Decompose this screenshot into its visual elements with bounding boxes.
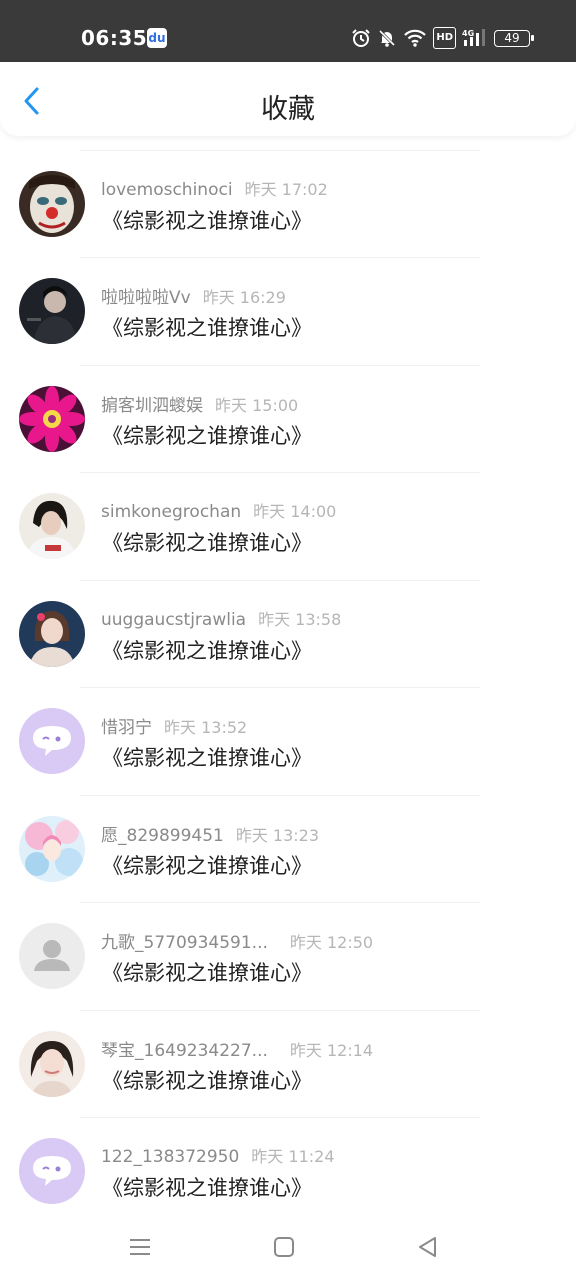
default-person-avatar[interactable] (19, 923, 85, 989)
user-name: simkonegrochan 昨天 14:00 (101, 498, 336, 522)
photo-flower-avatar[interactable] (19, 386, 85, 452)
timestamp: 昨天 13:58 (258, 610, 342, 629)
book-title: 《综影视之谁撩谁心》 (102, 424, 312, 448)
status-icons: HD 4G 49 (351, 26, 534, 50)
user-name-text: 掮客圳泗蝬娱 (101, 396, 203, 416)
book-title: 《综影视之谁撩谁心》 (102, 1069, 312, 1093)
list-item[interactable]: lovemoschinoci 昨天 17:02 《综影视之谁撩谁心》 (0, 150, 576, 250)
user-name: lovemoschinoci 昨天 17:02 (101, 176, 328, 200)
battery-level: 49 (504, 30, 520, 45)
user-name-text: 琴宝_1649234227... (101, 1041, 268, 1061)
timestamp: 昨天 14:00 (253, 502, 337, 521)
user-name: 122_138372950 昨天 11:24 (101, 1143, 335, 1167)
user-name: 九歌_5770934591... 昨天 12:50 (101, 928, 373, 953)
user-name: 掮客圳泗蝬娱 昨天 15:00 (101, 391, 298, 416)
wifi-icon (403, 27, 427, 49)
user-name-text: 啦啦啦啦Vv (101, 288, 191, 308)
list-item[interactable]: 啦啦啦啦Vv 昨天 16:29 《综影视之谁撩谁心》 (0, 257, 576, 357)
timestamp: 昨天 17:02 (244, 180, 328, 199)
book-title: 《综影视之谁撩谁心》 (102, 961, 312, 985)
app-header: 收藏 (0, 62, 576, 136)
photo-selfie-avatar[interactable] (19, 1031, 85, 1097)
back-triangle-icon (419, 1237, 436, 1257)
timestamp: 昨天 15:00 (215, 396, 299, 415)
status-bar: 06:35 du HD 4G 49 (0, 0, 576, 62)
list-item[interactable]: 122_138372950 昨天 11:24 《综影视之谁撩谁心》 (0, 1117, 576, 1217)
user-name-text: simkonegrochan (101, 502, 242, 522)
home-button[interactable] (271, 1234, 297, 1260)
page-title: 收藏 (261, 94, 315, 125)
list-item[interactable]: 掮客圳泗蝬娱 昨天 15:00 《综影视之谁撩谁心》 (0, 365, 576, 465)
timestamp: 昨天 13:23 (235, 826, 320, 845)
back-nav-button[interactable] (415, 1234, 441, 1260)
signal-icon: 4G (462, 27, 488, 49)
status-time: 06:35 (81, 26, 148, 50)
timestamp: 昨天 12:50 (289, 933, 374, 952)
user-name-text: lovemoschinoci (101, 180, 233, 200)
menu-icon (130, 1239, 150, 1255)
photo-woman-avatar[interactable] (19, 601, 85, 667)
list-item[interactable]: 九歌_5770934591... 昨天 12:50 《综影视之谁撩谁心》 (0, 902, 576, 1002)
alarm-icon (351, 27, 371, 49)
user-name: 惜羽宁 昨天 13:52 (101, 713, 247, 738)
timestamp: 昨天 11:24 (251, 1147, 335, 1166)
user-name-text: uuggaucstjrawlia (101, 610, 247, 630)
timestamp: 昨天 16:29 (202, 288, 286, 307)
photo-man-avatar[interactable] (19, 278, 85, 344)
default-chat-avatar[interactable] (19, 708, 85, 774)
user-name-text: 惜羽宁 (101, 718, 152, 738)
list-item[interactable]: 惜羽宁 昨天 13:52 《综影视之谁撩谁心》 (0, 687, 576, 787)
menu-button[interactable] (127, 1234, 153, 1260)
user-name-text: 愿_829899451 (101, 826, 224, 846)
user-name: 愿_829899451 昨天 13:23 (101, 821, 319, 846)
timestamp: 昨天 12:14 (289, 1041, 374, 1060)
home-icon (274, 1237, 294, 1257)
book-title: 《综影视之谁撩谁心》 (102, 746, 312, 770)
user-name: 啦啦啦啦Vv 昨天 16:29 (101, 283, 286, 308)
baidu-icon: du (147, 28, 167, 48)
list-item[interactable]: 琴宝_1649234227... 昨天 12:14 《综影视之谁撩谁心》 (0, 1010, 576, 1110)
photo-anime-avatar[interactable] (19, 816, 85, 882)
hd-icon: HD (433, 27, 456, 49)
svg-text:4G: 4G (462, 29, 474, 38)
battery-icon: 49 (494, 29, 534, 47)
list-item[interactable]: uuggaucstjrawlia 昨天 13:58 《综影视之谁撩谁心》 (0, 580, 576, 680)
book-title: 《综影视之谁撩谁心》 (102, 854, 312, 878)
book-title: 《综影视之谁撩谁心》 (102, 531, 312, 555)
mute-bell-icon (377, 27, 397, 49)
default-chat-avatar[interactable] (19, 1138, 85, 1204)
user-name: 琴宝_1649234227... 昨天 12:14 (101, 1036, 373, 1061)
photo-clown-avatar[interactable] (19, 171, 85, 237)
book-title: 《综影视之谁撩谁心》 (102, 1176, 312, 1200)
book-title: 《综影视之谁撩谁心》 (102, 639, 312, 663)
user-name-text: 九歌_5770934591... (101, 933, 268, 953)
book-title: 《综影视之谁撩谁心》 (102, 209, 312, 233)
timestamp: 昨天 13:52 (164, 718, 248, 737)
user-name: uuggaucstjrawlia 昨天 13:58 (101, 606, 341, 630)
system-nav-bar (0, 1214, 576, 1280)
list-item[interactable]: simkonegrochan 昨天 14:00 《综影视之谁撩谁心》 (0, 472, 576, 572)
book-title: 《综影视之谁撩谁心》 (102, 316, 312, 340)
user-name-text: 122_138372950 (101, 1147, 240, 1167)
photo-girl-avatar[interactable] (19, 493, 85, 559)
list-item[interactable]: 愿_829899451 昨天 13:23 《综影视之谁撩谁心》 (0, 795, 576, 895)
